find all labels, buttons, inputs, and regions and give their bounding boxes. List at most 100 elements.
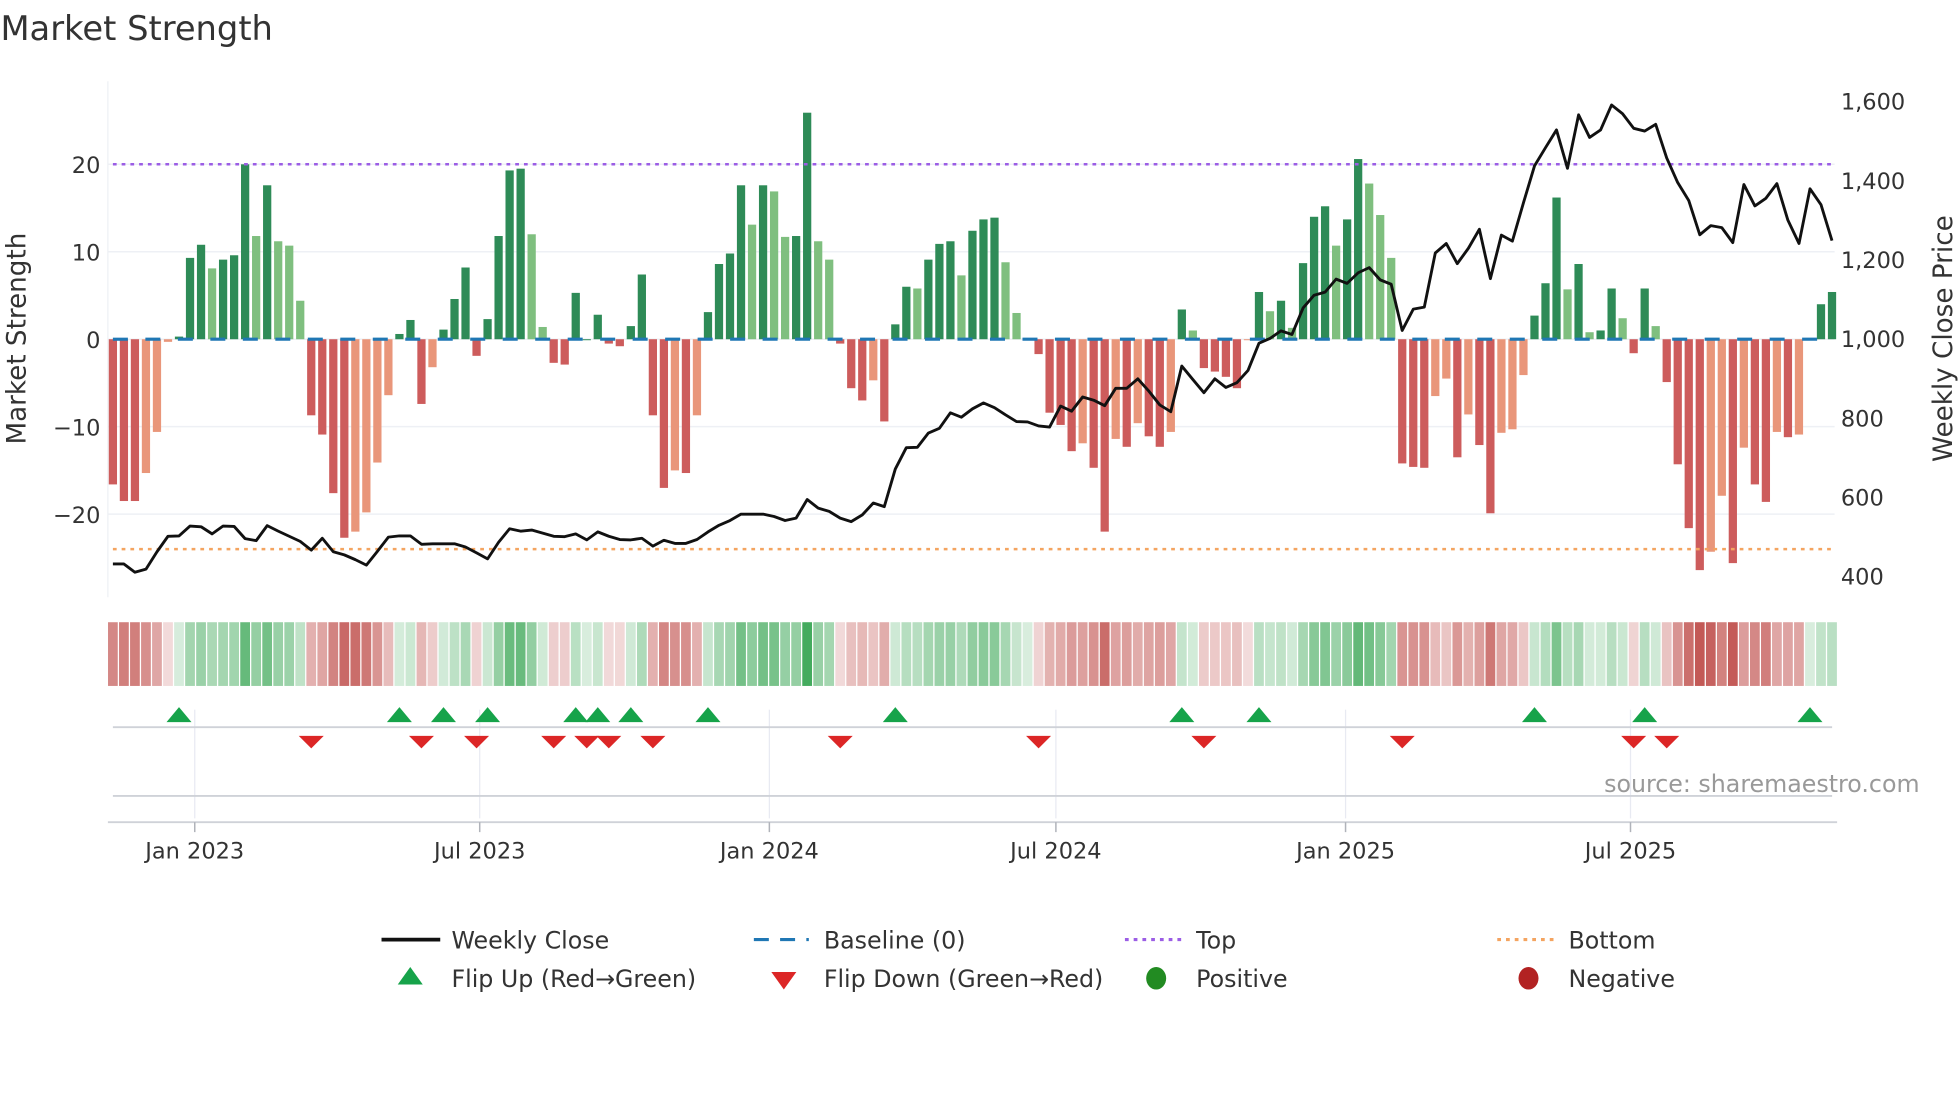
heatmap-cell bbox=[1496, 622, 1507, 686]
heatmap-cell bbox=[1485, 622, 1496, 686]
strength-bar bbox=[1464, 339, 1473, 415]
heatmap-cell bbox=[1298, 622, 1308, 686]
heatmap-cell bbox=[1430, 622, 1441, 686]
right-axis-title: Weekly Close Price bbox=[1929, 215, 1959, 462]
heatmap-cell bbox=[846, 622, 857, 686]
heatmap-cell bbox=[416, 622, 427, 686]
heatmap-cell bbox=[1265, 622, 1275, 686]
heatmap-cell bbox=[1705, 622, 1716, 686]
strength-bar bbox=[847, 339, 856, 389]
heatmap-cell bbox=[1033, 622, 1044, 686]
left-tick-label: 10 bbox=[72, 241, 101, 267]
strength-bar bbox=[1695, 339, 1704, 571]
strength-bar bbox=[417, 339, 426, 404]
flip-down-marker bbox=[1026, 735, 1052, 749]
strength-bars bbox=[108, 112, 1837, 571]
x-tick-label: Jan 2024 bbox=[718, 838, 819, 864]
strength-bar bbox=[1298, 263, 1308, 340]
strength-bar bbox=[1783, 339, 1793, 438]
strength-bar bbox=[1354, 159, 1363, 340]
flip-up-marker bbox=[386, 707, 412, 723]
heatmap-cell bbox=[1617, 622, 1628, 686]
heatmap-cell bbox=[1309, 622, 1319, 686]
left-tick-label: 20 bbox=[72, 153, 101, 179]
strength-bar bbox=[648, 339, 657, 416]
strength-bar bbox=[384, 339, 393, 396]
strength-bar bbox=[428, 339, 437, 368]
heatmap-cell bbox=[1121, 622, 1132, 686]
strength-bar bbox=[1596, 330, 1605, 340]
flip-up-marker bbox=[618, 707, 644, 723]
heatmap-cell bbox=[592, 622, 603, 686]
strength-bar bbox=[593, 314, 602, 340]
heatmap-cell bbox=[879, 622, 890, 686]
strength-bar bbox=[1640, 288, 1649, 340]
strength-bar bbox=[285, 245, 294, 340]
heatmap-cell bbox=[1452, 622, 1463, 686]
strength-bar bbox=[990, 217, 999, 340]
strength-bar bbox=[560, 339, 569, 365]
heatmap-cell bbox=[1077, 622, 1088, 686]
heatmap-cell bbox=[185, 622, 195, 686]
strength-bar bbox=[1772, 339, 1782, 432]
heatmap-cell bbox=[1827, 622, 1837, 686]
heatmap-cell bbox=[581, 622, 592, 686]
heatmap-cell bbox=[1419, 622, 1430, 686]
strength-bar bbox=[1530, 315, 1539, 340]
strength-bar bbox=[207, 268, 217, 340]
heatmap-cell bbox=[736, 622, 746, 686]
strength-bar bbox=[329, 339, 338, 494]
flip-up-marker bbox=[1169, 707, 1195, 723]
heatmap-cell bbox=[229, 622, 239, 686]
heatmap-cell bbox=[1794, 622, 1804, 686]
heatmap-cell bbox=[714, 622, 724, 686]
strength-bar bbox=[130, 339, 140, 502]
strength-bar bbox=[1365, 183, 1374, 340]
heatmap-cell bbox=[515, 622, 526, 686]
heatmap-cell bbox=[1463, 622, 1474, 686]
heatmap-cell bbox=[1011, 622, 1022, 686]
strength-bar bbox=[1221, 339, 1231, 377]
heatmap-cell bbox=[747, 622, 757, 686]
strength-bar bbox=[869, 339, 878, 381]
strength-bar bbox=[362, 339, 371, 513]
strength-bar bbox=[241, 164, 250, 340]
heatmap-cell bbox=[570, 622, 581, 686]
heatmap-cell bbox=[1386, 622, 1397, 686]
strength-bar bbox=[858, 339, 867, 401]
heatmap-cell bbox=[1738, 622, 1749, 686]
legend-flip-up-label: Flip Up (Red→Green) bbox=[451, 965, 696, 993]
flip-down-marker bbox=[574, 735, 600, 749]
flip-up-marker bbox=[1521, 707, 1547, 723]
strength-bar bbox=[1728, 339, 1737, 564]
heatmap-cell bbox=[1276, 622, 1286, 686]
heatmap-cell bbox=[394, 622, 405, 686]
strength-bar bbox=[1100, 339, 1109, 532]
strength-bar bbox=[527, 234, 536, 340]
heatmap-cell bbox=[471, 622, 482, 686]
strength-bar bbox=[1750, 339, 1759, 485]
strength-bar bbox=[924, 259, 933, 340]
heatmap-cell bbox=[670, 622, 680, 686]
heatmap-cell bbox=[130, 622, 140, 686]
strength-bar bbox=[1816, 304, 1826, 340]
strength-bar bbox=[571, 292, 580, 340]
strength-bar bbox=[1684, 339, 1693, 529]
heatmap-cell bbox=[196, 622, 206, 686]
strength-bar bbox=[351, 339, 360, 532]
left-tick-label: −20 bbox=[53, 503, 100, 529]
heatmap-cell bbox=[1210, 622, 1220, 686]
heatmap-cell bbox=[769, 622, 779, 686]
heatmap-cell bbox=[1606, 622, 1617, 686]
strength-bar bbox=[538, 326, 547, 340]
strength-bar bbox=[1508, 339, 1517, 430]
heatmap-cell bbox=[306, 622, 317, 686]
strength-bar bbox=[1574, 264, 1583, 340]
heatmap-cell bbox=[780, 622, 790, 686]
heatmap-cell bbox=[791, 622, 802, 686]
heatmap-cell bbox=[317, 622, 328, 686]
heatmap-cell bbox=[1044, 622, 1055, 686]
strength-bar bbox=[1519, 339, 1528, 376]
heatmap-cell bbox=[1584, 622, 1595, 686]
legend-bottom-label: Bottom bbox=[1568, 926, 1655, 954]
